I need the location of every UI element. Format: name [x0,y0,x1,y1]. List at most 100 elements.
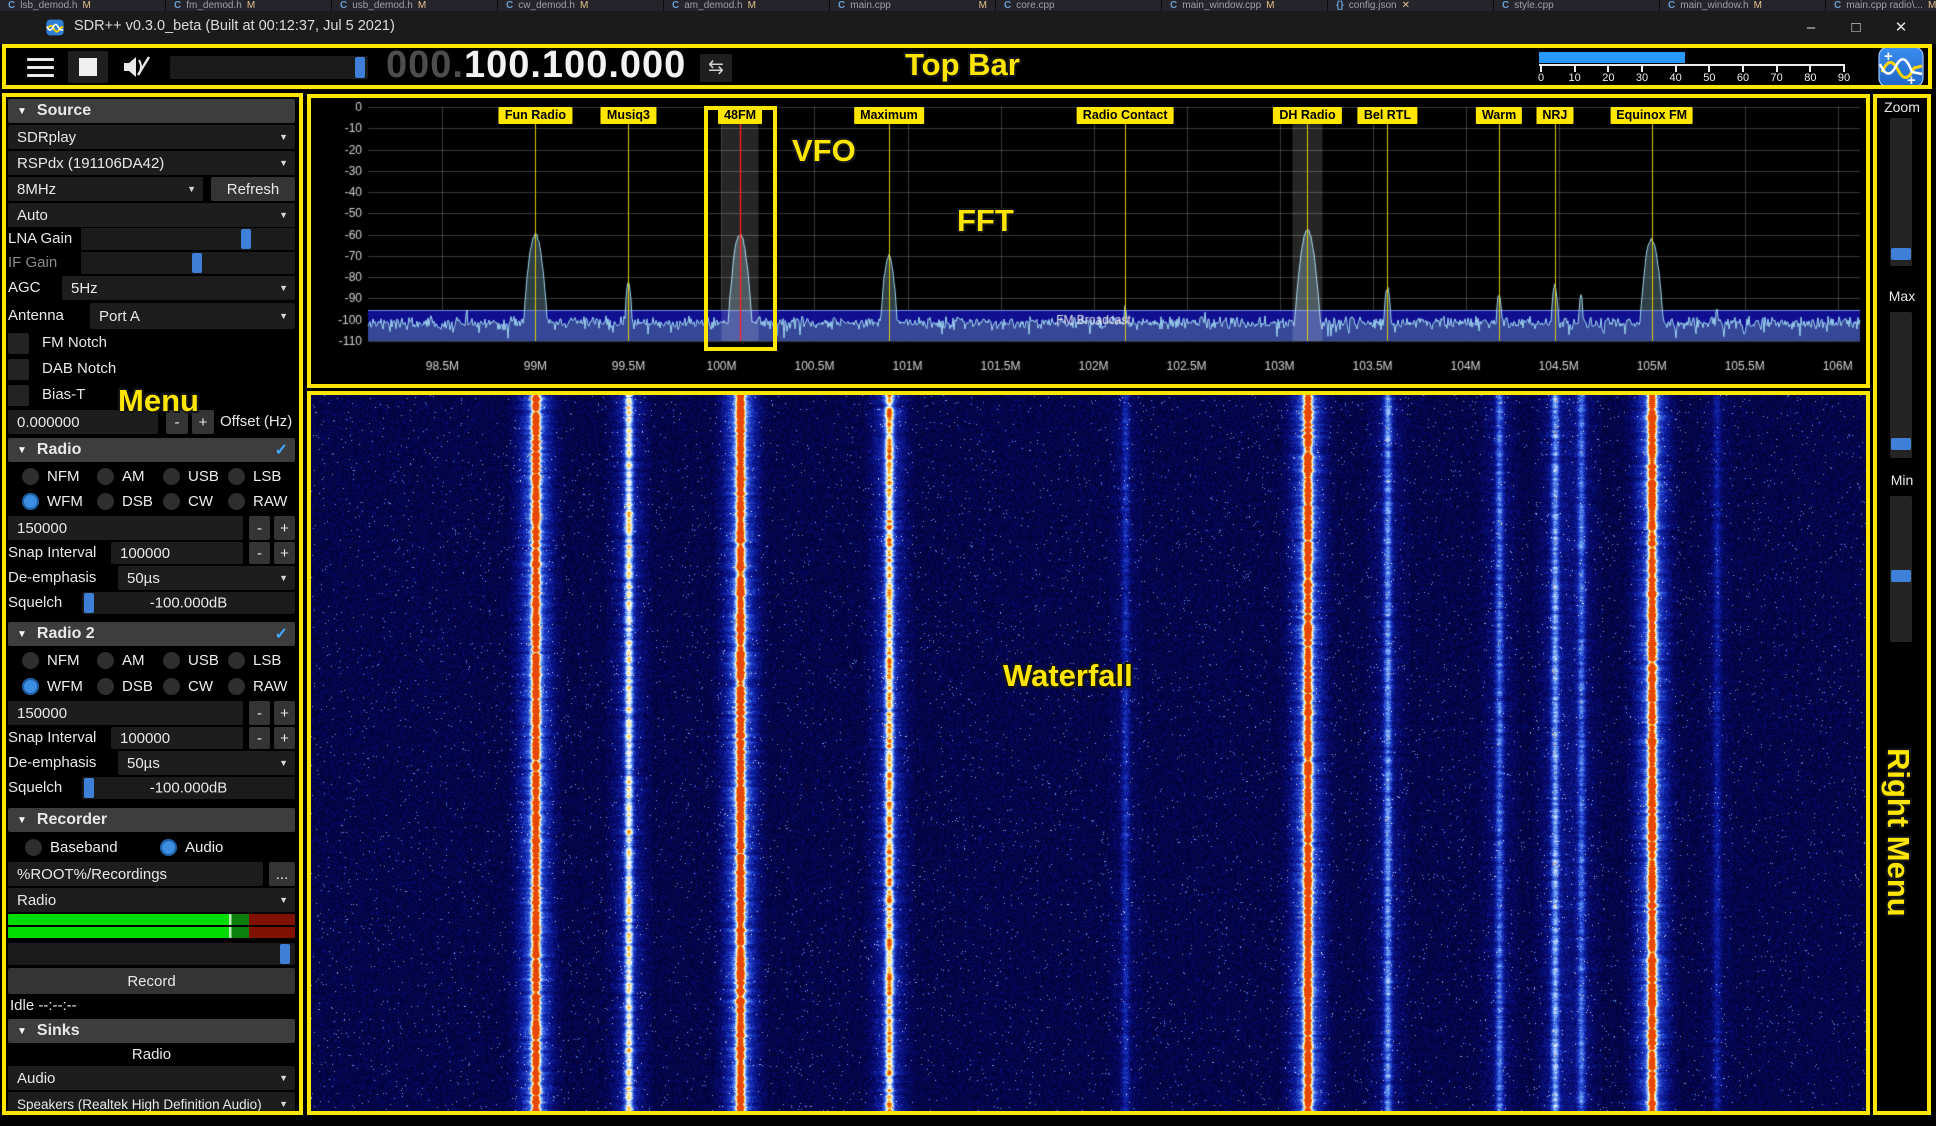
module-enabled-check-icon[interactable]: ✓ [275,624,288,644]
antenna-select[interactable]: Port A▼ [90,303,295,329]
mode-cw[interactable]: CW [163,675,213,697]
agc-rate-select[interactable]: 5Hz▼ [62,276,295,300]
radio-icon [228,678,245,695]
radio2-bandwidth-input[interactable]: 150000 [8,701,243,725]
snap-minus-button[interactable]: - [249,542,270,564]
radio2-section-header[interactable]: ▼Radio 2✓ [8,622,295,646]
editor-tab[interactable]: Ccore.cpp [996,0,1162,11]
max-slider[interactable] [1890,312,1912,458]
deemphasis-select[interactable]: 50µs▼ [118,566,295,590]
recordings-path-input[interactable]: %ROOT%/Recordings [8,862,263,886]
agc-setpoint-select[interactable]: Auto▼ [8,203,295,227]
browse-button[interactable]: ... [269,862,295,886]
snr-tick [1641,64,1643,72]
volume-slider-handle[interactable] [355,57,365,78]
mode-wfm[interactable]: WFM [22,675,83,697]
minimize-button[interactable]: – [1794,16,1828,40]
mode-dsb[interactable]: DSB [97,675,153,697]
min-slider-handle[interactable] [1891,570,1911,582]
radio-bandwidth-input[interactable]: 150000 [8,516,243,540]
mode-usb[interactable]: USB [163,465,219,487]
waterfall-display[interactable] [311,395,1866,1111]
squelch2-slider[interactable]: -100.000dB [82,777,295,799]
source-section-header[interactable]: ▼Source [8,99,295,123]
zoom-label: Zoom [1873,99,1931,115]
editor-tab[interactable]: Cmain_window.cppM [1162,0,1328,11]
record-button[interactable]: Record [8,968,295,994]
tab-badge: M [979,0,987,11]
close-button[interactable]: ✕ [1884,16,1918,40]
radio-icon [163,652,180,669]
bandwidth2-plus-button[interactable]: + [274,701,295,725]
lna-gain-slider[interactable] [81,228,295,250]
radio-section-header[interactable]: ▼Radio✓ [8,438,295,462]
fm-notch-checkbox[interactable] [8,333,29,354]
editor-tab[interactable]: Cam_demod.hM [664,0,830,11]
recorder-section-header[interactable]: ▼Recorder [8,808,295,832]
snap2-interval-input[interactable]: 100000 [111,727,243,749]
editor-tab[interactable]: Ccw_demod.hM [498,0,664,11]
max-slider-handle[interactable] [1891,438,1911,450]
if-gain-slider[interactable] [81,252,295,274]
fft-display[interactable] [311,98,1866,388]
mode-nfm[interactable]: NFM [22,649,80,671]
recorder-stream-select[interactable]: Radio▼ [8,888,295,912]
source-device-select[interactable]: RSPdx (191106DA42)▼ [8,151,295,175]
zoom-slider[interactable] [1890,118,1912,266]
source-driver-select[interactable]: SDRplay▼ [8,125,295,149]
mode-raw[interactable]: RAW [228,675,287,697]
snr-tick-label: 60 [1737,72,1749,84]
editor-tab[interactable]: Cstyle.cpp [1494,0,1660,11]
recorder-mode-baseband[interactable]: Baseband [25,836,118,858]
editor-tab[interactable]: {}config.json✕ [1328,0,1494,11]
squelch-slider[interactable]: -100.000dB [82,592,295,614]
mode-am[interactable]: AM [97,465,145,487]
mode-usb[interactable]: USB [163,649,219,671]
editor-tab[interactable]: Cmain_window.hM [1660,0,1826,11]
mode-wfm[interactable]: WFM [22,490,83,512]
mode-dsb[interactable]: DSB [97,490,153,512]
mode-label: USB [188,652,219,669]
sink-device-select[interactable]: Speakers (Realtek High Definition Audio)… [8,1092,295,1111]
bandwidth-minus-button[interactable]: - [249,516,270,540]
mode-nfm[interactable]: NFM [22,465,80,487]
frequency-display[interactable]: 000.100.100.000 [386,44,686,86]
deemphasis2-select[interactable]: 50µs▼ [118,751,295,775]
tuning-mode-swap-button[interactable]: ⇆ [700,54,732,82]
snr-tick [1675,64,1677,72]
bandwidth2-minus-button[interactable]: - [249,701,270,725]
recorder-volume-slider[interactable] [8,943,295,965]
editor-tab[interactable]: Cmain.cpp radio\...M [1826,0,1936,11]
mode-label: DSB [122,493,153,510]
mode-raw[interactable]: RAW [228,490,287,512]
lna-gain-handle[interactable] [241,229,251,249]
mode-am[interactable]: AM [97,649,145,671]
bias-t-checkbox[interactable] [8,385,29,406]
editor-tab[interactable]: Cusb_demod.hM [332,0,498,11]
bandwidth-plus-button[interactable]: + [274,516,295,540]
min-slider[interactable] [1890,496,1912,642]
module-enabled-check-icon[interactable]: ✓ [275,440,288,460]
mode-lsb[interactable]: LSB [228,465,281,487]
sinks-section-header[interactable]: ▼Sinks [8,1019,295,1043]
maximize-button[interactable]: □ [1839,16,1873,40]
radio-selected-icon [160,839,177,856]
snap2-plus-button[interactable]: + [274,727,295,749]
snr-meter-fill [1539,52,1685,63]
chevron-down-icon: ▼ [187,184,196,194]
snap-plus-button[interactable]: + [274,542,295,564]
zoom-slider-handle[interactable] [1891,248,1911,260]
if-gain-handle[interactable] [192,253,202,273]
mode-cw[interactable]: CW [163,490,213,512]
sink-type-select[interactable]: Audio▼ [8,1066,295,1090]
recorder-mode-audio[interactable]: Audio [160,836,223,858]
mode-lsb[interactable]: LSB [228,649,281,671]
editor-tab[interactable]: Cmain.cpp frequency_managerM [830,0,996,11]
bandwidth-select[interactable]: 8MHz▼ [8,177,203,201]
dab-notch-checkbox[interactable] [8,359,29,380]
file-type-icon: C [1170,0,1177,11]
refresh-button[interactable]: Refresh [211,177,295,201]
snap2-minus-button[interactable]: - [249,727,270,749]
recorder-volume-handle[interactable] [280,944,290,964]
snap-interval-input[interactable]: 100000 [111,542,243,564]
